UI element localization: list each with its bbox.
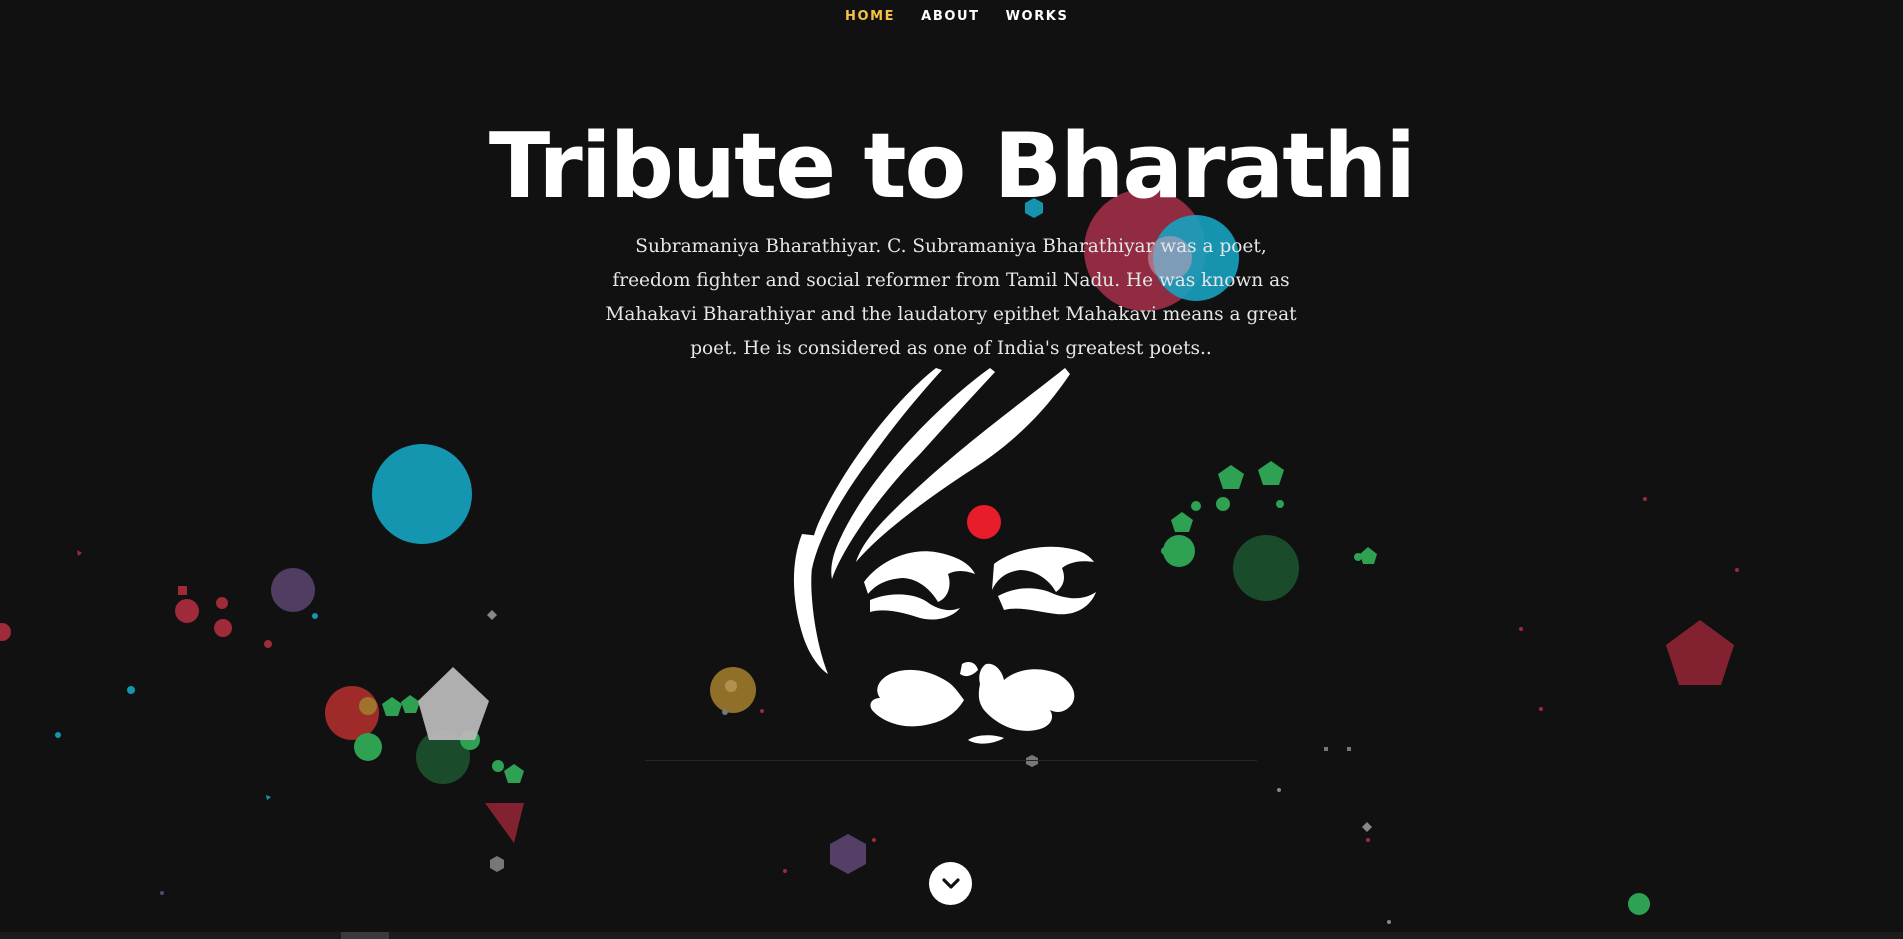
particle-square — [178, 586, 187, 595]
particle-circle — [722, 709, 728, 715]
section-divider — [645, 760, 1257, 761]
particle-circle — [1628, 893, 1650, 915]
particle-triangle — [77, 550, 82, 556]
particle-triangle — [266, 795, 271, 800]
particle-pentagon — [504, 764, 524, 783]
left-eye — [864, 551, 975, 602]
bottom-strip — [0, 932, 1903, 939]
particle-diamond — [1362, 822, 1372, 832]
particle-circle — [1366, 838, 1370, 842]
face-outline — [793, 534, 828, 674]
left-eye-lower — [870, 594, 960, 620]
particle-circle — [55, 732, 61, 738]
particle-square — [1324, 747, 1328, 751]
particle-circle — [1233, 535, 1299, 601]
particle-triangle — [485, 803, 524, 843]
particle-pentagon — [1218, 465, 1244, 489]
chin-line — [968, 735, 1004, 744]
particle-circle — [214, 619, 232, 637]
bharathi-portrait-icon — [793, 368, 1096, 744]
particle-circle — [725, 680, 737, 692]
particle-pentagon — [1171, 512, 1193, 532]
particle-pentagon — [418, 667, 489, 740]
particle-circle — [760, 709, 764, 713]
chevron-down-icon — [941, 877, 960, 889]
particle-circle — [1276, 500, 1284, 508]
particle-circle — [872, 838, 876, 842]
particle-circle — [1519, 627, 1523, 631]
particle-circle — [312, 613, 318, 619]
particle-circle — [1539, 707, 1543, 711]
particle-circle — [271, 568, 315, 612]
particle-circle — [1354, 553, 1362, 561]
particle-circle — [372, 444, 472, 544]
particle-circle — [1387, 920, 1391, 924]
mustache — [870, 669, 964, 727]
particle-pentagon — [401, 695, 420, 713]
particle-hexagon — [830, 834, 866, 874]
particle-circle — [1277, 788, 1281, 792]
particle-circle — [783, 869, 787, 873]
particle-pentagon — [1360, 547, 1377, 564]
particle-pentagon — [382, 697, 402, 716]
nav-about-link[interactable]: ABOUT — [921, 9, 979, 24]
hero-title: Tribute to Bharathi — [488, 114, 1416, 219]
particle-circle — [216, 597, 228, 609]
nav-works-link[interactable]: WORKS — [1006, 9, 1069, 24]
particle-hexagon — [1026, 755, 1038, 767]
hero-description: Subramaniya Bharathiyar. C. Subramaniya … — [605, 236, 1297, 359]
particle-circle — [1191, 501, 1201, 511]
mustache — [978, 663, 1075, 731]
particle-pentagon — [1666, 620, 1734, 685]
bindi-icon — [967, 505, 1001, 539]
particle-square — [1347, 747, 1351, 751]
particle-circle — [175, 599, 199, 623]
particle-circle — [354, 733, 382, 761]
particle-circle — [1643, 497, 1647, 501]
particle-pentagon — [1258, 461, 1284, 485]
particle-circle — [492, 760, 504, 772]
particle-circle — [127, 686, 135, 694]
particle-circle — [1735, 568, 1739, 572]
particle-hexagon — [490, 856, 504, 872]
particle-circle — [0, 623, 11, 641]
right-eye-lower — [998, 588, 1096, 615]
particle-diamond — [487, 610, 497, 620]
particle-circle — [160, 891, 164, 895]
nav-home-link[interactable]: HOME — [845, 9, 895, 24]
particle-circle — [264, 640, 272, 648]
mustache-shadow — [960, 662, 978, 677]
particle-circle — [1161, 547, 1169, 555]
bottom-strip-tab — [341, 932, 389, 939]
scroll-down-button[interactable] — [929, 862, 972, 905]
particle-circle — [359, 697, 377, 715]
particle-circle — [1216, 497, 1230, 511]
right-eye — [992, 546, 1094, 592]
